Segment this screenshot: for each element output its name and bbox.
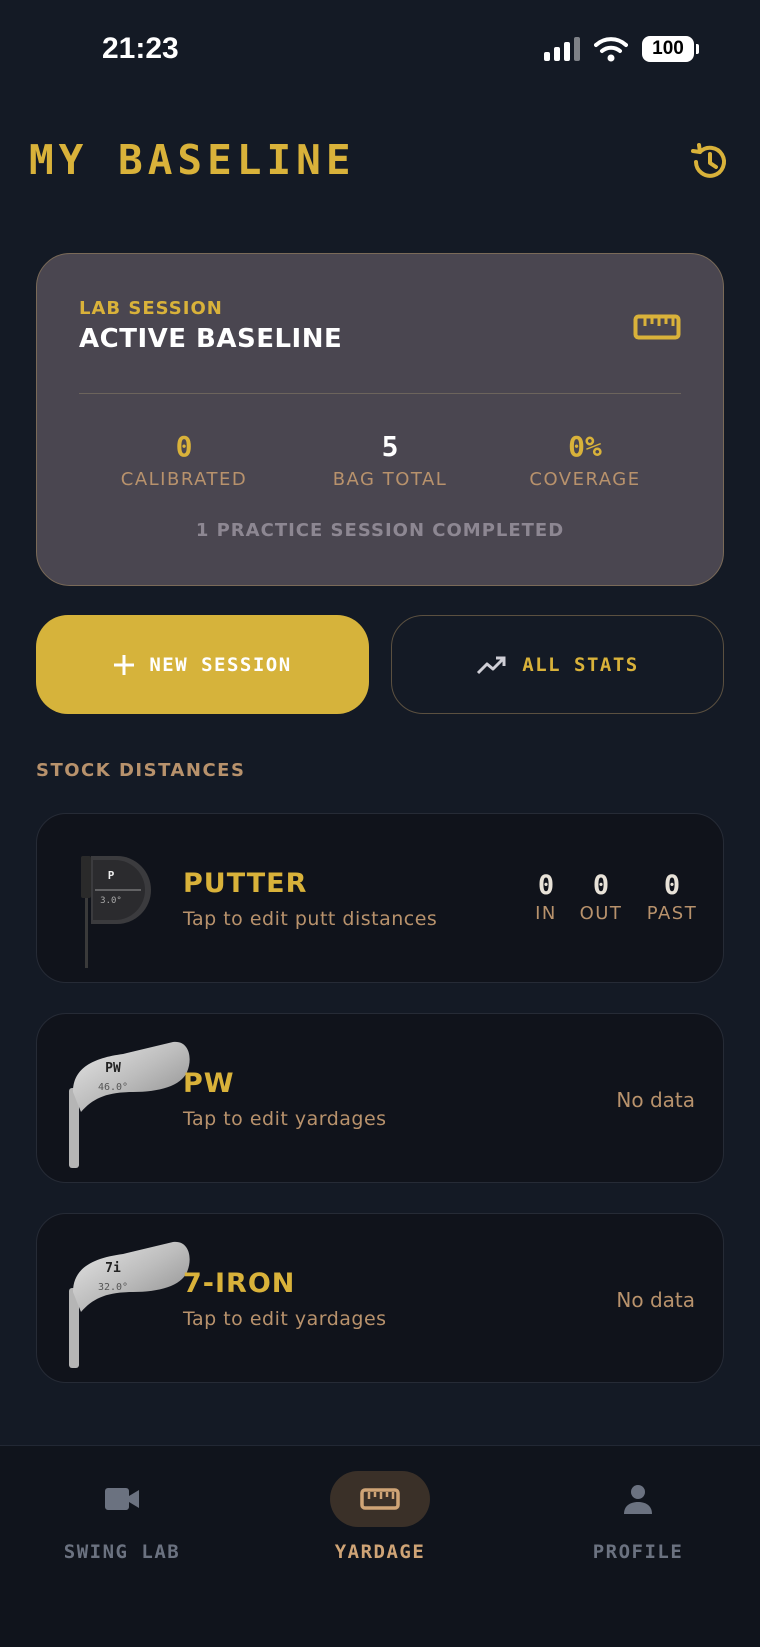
club-row-pw[interactable]: PW 46.0° PW Tap to edit yardages No data (36, 1013, 724, 1183)
stat-value: 0% (568, 430, 602, 463)
person-icon (624, 1485, 652, 1514)
putt-value: 0 (537, 870, 555, 901)
history-button[interactable] (687, 140, 731, 184)
wifi-icon (594, 37, 628, 62)
stat-coverage: 0% COVERAGE (485, 430, 685, 490)
video-camera-icon (105, 1488, 139, 1510)
stat-label: COVERAGE (529, 469, 641, 490)
stat-bag-total: 5 BAG TOTAL (290, 430, 490, 490)
club-loft-label: 46.0° (98, 1082, 128, 1093)
club-head-label: PW (105, 1061, 121, 1076)
club-row-7-iron[interactable]: 7i 32.0° 7-IRON Tap to edit yardages No … (36, 1213, 724, 1383)
cellular-signal-icon (544, 37, 580, 61)
stat-label: BAG TOTAL (332, 469, 448, 490)
baseline-card[interactable]: LAB SESSION ACTIVE BASELINE 0 CALIBRATED… (36, 253, 724, 586)
club-subtitle: Tap to edit yardages (183, 1108, 387, 1130)
card-kicker: LAB SESSION (79, 298, 223, 319)
club-loft-label: 32.0° (98, 1282, 128, 1293)
nav-icon-wrap (588, 1471, 688, 1527)
putt-value: 0 (663, 870, 681, 901)
club-subtitle: Tap to edit putt distances (183, 908, 438, 930)
ruler-icon (360, 1488, 400, 1510)
putt-label: OUT (579, 903, 623, 924)
wedge-image: PW 46.0° (69, 1041, 190, 1168)
iron-image: 7i 32.0° (69, 1241, 190, 1368)
stat-value: 5 (381, 430, 399, 463)
club-row-putter[interactable]: P 3.0° PUTTER Tap to edit putt distances… (36, 813, 724, 983)
nav-label: YARDAGE (334, 1541, 426, 1563)
putter-image: P 3.0° (81, 856, 151, 968)
battery-icon: 100 (642, 36, 699, 62)
card-title: ACTIVE BASELINE (79, 324, 343, 354)
history-icon (691, 143, 726, 178)
nav-label: PROFILE (592, 1541, 684, 1563)
nav-icon-wrap (330, 1471, 430, 1527)
new-session-label: NEW SESSION (149, 653, 292, 676)
putt-stat-out: 0 OUT (566, 870, 636, 924)
club-head-label: P (108, 869, 115, 882)
putt-label: IN (535, 903, 557, 924)
page-title: MY BASELINE (29, 136, 356, 184)
putt-stat-in: 0 IN (521, 870, 571, 924)
sessions-completed-text: 1 PRACTICE SESSION COMPLETED (195, 520, 565, 541)
section-label-stock-distances: STOCK DISTANCES (36, 760, 246, 781)
trending-up-icon (477, 656, 506, 674)
nav-icon-wrap (72, 1471, 172, 1527)
bottom-nav: SWING LAB YARDAGE PROFILE (0, 1445, 760, 1647)
club-name: PUTTER (183, 868, 308, 899)
nav-item-yardage[interactable]: YARDAGE (280, 1471, 480, 1563)
club-name: PW (183, 1068, 235, 1099)
club-loft-label: 3.0° (100, 896, 122, 906)
club-head-label: 7i (105, 1261, 121, 1276)
no-data-text: No data (616, 1288, 695, 1312)
status-bar: 21:23 100 (0, 0, 760, 100)
all-stats-button[interactable]: ALL STATS (391, 615, 724, 714)
nav-item-profile[interactable]: PROFILE (538, 1471, 738, 1563)
ruler-icon (633, 314, 681, 340)
stat-value: 0 (175, 430, 193, 463)
status-icons: 100 (544, 36, 699, 62)
status-time: 21:23 (102, 32, 179, 65)
club-name: 7-IRON (183, 1268, 296, 1299)
stat-calibrated: 0 CALIBRATED (84, 430, 284, 490)
stat-label: CALIBRATED (120, 469, 248, 490)
nav-label: SWING LAB (63, 1541, 181, 1563)
all-stats-label: ALL STATS (522, 653, 639, 676)
card-divider (79, 393, 681, 394)
new-session-button[interactable]: NEW SESSION (36, 615, 369, 714)
putt-value: 0 (592, 870, 610, 901)
nav-item-swing-lab[interactable]: SWING LAB (22, 1471, 222, 1563)
putt-label: PAST (646, 903, 698, 924)
club-subtitle: Tap to edit yardages (183, 1308, 387, 1330)
putt-stat-past: 0 PAST (632, 870, 712, 924)
plus-icon (114, 654, 135, 675)
no-data-text: No data (616, 1088, 695, 1112)
